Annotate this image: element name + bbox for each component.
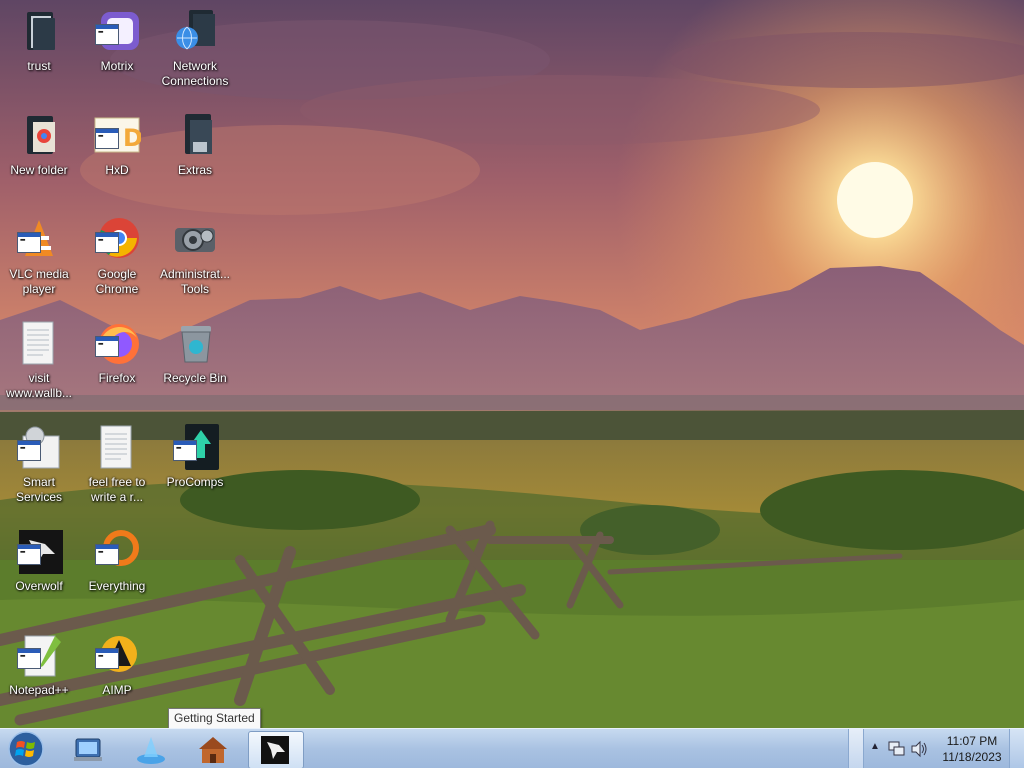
desktop-icon-feel-free[interactable]: feel free to write a r...	[78, 424, 156, 505]
desktop-icon-label: Firefox	[98, 371, 136, 385]
desktop-icon-label: HxD	[105, 163, 129, 177]
network-connections-icon	[171, 8, 219, 56]
desktop[interactable]: trust New folder VLC media player visit …	[0, 0, 1024, 728]
desktop-icon-label: Recycle Bin	[163, 371, 227, 385]
tooltip: Getting Started	[168, 708, 261, 729]
overwolf-icon	[15, 528, 63, 576]
clock-time: 11:07 PM	[946, 734, 998, 748]
desktop-icon-administrative-tools[interactable]: Administrat... Tools	[156, 216, 234, 297]
folder-icon	[15, 112, 63, 160]
desktop-icon-label: New folder	[10, 163, 68, 177]
recycle-bin-icon	[171, 320, 219, 368]
procomps-icon	[171, 424, 219, 472]
desktop-icon-hxd[interactable]: D HxD	[78, 112, 156, 178]
app-launcher-icon	[137, 737, 165, 764]
desktop-icon-label: Google Chrome	[95, 267, 139, 296]
volume-icon[interactable]	[910, 740, 928, 758]
text-file-icon	[93, 424, 141, 472]
desktop-icon-network-connections[interactable]: Network Connections	[156, 8, 234, 89]
folder-icon	[15, 8, 63, 56]
system-tray: ▲ 11:07 PM 11/18/2023	[848, 729, 1024, 768]
desktop-icon-motrix[interactable]: Motrix	[78, 8, 156, 74]
getting-started-icon	[74, 738, 102, 761]
taskbar-home-app[interactable]	[186, 731, 240, 767]
desktop-icon-label: AIMP	[102, 683, 132, 697]
text-file-icon	[15, 320, 63, 368]
desktop-icon-label: ProComps	[166, 475, 224, 489]
overwolf-icon	[261, 736, 289, 764]
start-button[interactable]	[4, 730, 48, 768]
desktop-icon-firefox[interactable]: Firefox	[78, 320, 156, 386]
desktop-icon-label: trust	[27, 59, 51, 73]
chrome-icon	[93, 216, 141, 264]
desktop-icon-trust[interactable]: trust	[0, 8, 78, 74]
taskbar-getting-started[interactable]	[62, 731, 116, 767]
desktop-icon-label: Extras	[177, 163, 212, 177]
taskbar: ▲ 11:07 PM 11/18/2023	[0, 728, 1024, 768]
desktop-icon-procomps[interactable]: ProComps	[156, 424, 234, 490]
desktop-icon-label: Motrix	[100, 59, 134, 73]
motrix-icon	[93, 8, 141, 56]
network-icon[interactable]	[888, 740, 906, 758]
desktop-icon-label: VLC media player	[9, 267, 69, 296]
clock[interactable]: 11:07 PM 11/18/2023	[932, 733, 1012, 765]
desktop-icon-label: Administrat... Tools	[159, 267, 231, 296]
taskbar-overwolf[interactable]	[248, 731, 304, 768]
aimp-icon	[93, 632, 141, 680]
desktop-icon-everything[interactable]: Everything	[78, 528, 156, 594]
vlc-icon	[15, 216, 63, 264]
desktop-icon-label: Overwolf	[15, 579, 63, 593]
desktop-icon-notepadpp[interactable]: Notepad++	[0, 632, 78, 698]
smart-services-icon	[15, 424, 63, 472]
desktop-icon-smart-services[interactable]: Smart Services	[0, 424, 78, 505]
taskbar-app-launcher[interactable]	[124, 731, 178, 767]
windows-orb-icon	[8, 731, 44, 767]
show-hidden-icons-chevron-icon[interactable]: ▲	[870, 741, 880, 752]
desktop-icon-vlc[interactable]: VLC media player	[0, 216, 78, 297]
notepadpp-icon	[15, 632, 63, 680]
desktop-icon-aimp[interactable]: AIMP	[78, 632, 156, 698]
desktop-icon-visit-wallb[interactable]: visit www.wallb...	[0, 320, 78, 401]
desktop-icon-google-chrome[interactable]: Google Chrome	[78, 216, 156, 297]
desktop-icon-label: feel free to write a r...	[88, 475, 146, 504]
tray-scroll[interactable]	[848, 729, 864, 768]
home-icon	[199, 737, 227, 763]
show-desktop-button[interactable]	[1009, 729, 1024, 768]
desktop-icon-new-folder[interactable]: New folder	[0, 112, 78, 178]
desktop-icon-label: Network Connections	[161, 59, 229, 88]
clock-date: 11/18/2023	[942, 750, 1002, 764]
desktop-icon-overwolf[interactable]: Overwolf	[0, 528, 78, 594]
desktop-icon-extras[interactable]: Extras	[156, 112, 234, 178]
desktop-icon-label: Smart Services	[15, 475, 62, 504]
desktop-icon-label: Everything	[88, 579, 146, 593]
desktop-icon-recycle-bin[interactable]: Recycle Bin	[156, 320, 234, 386]
hxd-icon: D	[93, 112, 143, 160]
svg-text:D: D	[123, 124, 141, 152]
desktop-icon-label: visit www.wallb...	[5, 371, 73, 400]
desktop-icon-label: Notepad++	[9, 683, 69, 697]
admin-tools-icon	[171, 216, 219, 264]
folder-icon	[171, 112, 219, 160]
firefox-icon	[93, 320, 141, 368]
everything-icon	[93, 528, 141, 576]
